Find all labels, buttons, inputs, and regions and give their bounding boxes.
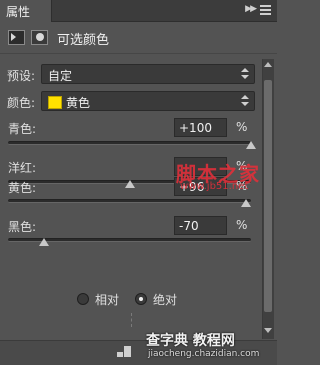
layer-mask-icon[interactable] (31, 30, 48, 45)
magenta-slider-thumb[interactable] (124, 180, 135, 188)
scrollbar-thumb[interactable] (264, 80, 272, 312)
magenta-label: 洋红: (8, 161, 37, 175)
yellow-label: 黄色: (8, 181, 37, 195)
cyan-value-input[interactable]: +100 (174, 118, 227, 137)
cyan-slider-track[interactable] (8, 141, 251, 145)
preset-select[interactable]: 自定 (41, 64, 255, 84)
preset-label: 预设: (7, 69, 36, 83)
select-updown-icon (241, 94, 249, 108)
black-slider-thumb[interactable] (39, 238, 50, 246)
relative-label: 相对 (95, 293, 120, 307)
scroll-up-icon[interactable] (264, 62, 272, 67)
color-swatch (48, 96, 62, 109)
scroll-down-icon[interactable] (264, 328, 272, 333)
cyan-label: 青色: (8, 122, 37, 136)
watermark-bottom-url: jiaocheng.chazidian.com (148, 349, 260, 359)
watermark-bottom-name: 查字典 教程网 (146, 333, 235, 349)
preset-value: 自定 (48, 69, 73, 83)
yellow-slider-track[interactable] (8, 199, 251, 203)
adjustment-title: 可选颜色 (57, 33, 110, 48)
panel-menu-icon[interactable] (260, 5, 271, 16)
tab-properties[interactable]: 属性 (0, 0, 52, 22)
cyan-percent: % (236, 120, 248, 134)
absolute-label: 绝对 (153, 293, 178, 307)
properties-panel: 属性 ▶▶ 可选颜色 预设: 自定 颜色: 黄色 青色: +100 % 洋红: … (0, 0, 277, 365)
clip-to-layer-icon[interactable] (117, 346, 131, 358)
watermark-url: www.jb51.net (180, 181, 249, 192)
absolute-radio[interactable] (135, 293, 147, 305)
select-updown-icon (241, 67, 249, 81)
adjustment-title-row: 可选颜色 (0, 22, 277, 54)
black-value-input[interactable]: -70 (174, 216, 227, 235)
black-percent: % (236, 218, 248, 232)
colors-select[interactable]: 黄色 (41, 91, 255, 111)
adjustment-layer-icon[interactable] (8, 30, 25, 45)
black-label: 黑色: (8, 220, 37, 234)
colors-label: 颜色: (7, 96, 36, 110)
relative-radio[interactable] (77, 293, 89, 305)
panel-tab-bar: 属性 ▶▶ (0, 0, 277, 22)
collapse-arrows-icon[interactable]: ▶▶ (245, 4, 257, 14)
divider (131, 313, 132, 327)
cyan-slider-thumb[interactable] (246, 141, 256, 149)
colors-value: 黄色 (66, 96, 91, 110)
yellow-slider-thumb[interactable] (241, 199, 252, 207)
